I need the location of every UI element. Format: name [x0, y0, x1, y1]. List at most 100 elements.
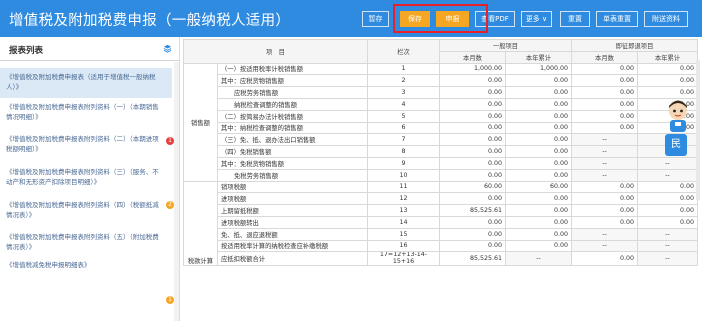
- more-button[interactable]: 更多 ∨: [521, 11, 552, 27]
- table-row: 免税劳务销售额 10 0.00 0.00 -- --: [184, 168, 698, 182]
- row-item-label: 销项税额: [217, 180, 368, 194]
- save-draft-button[interactable]: 暂存: [362, 11, 389, 27]
- refund-current-cell[interactable]: 0.00: [571, 86, 638, 99]
- general-current-cell[interactable]: 0.00: [439, 133, 506, 147]
- table-row: 税款计算 销项税额 11 60.00 60.00 0.00 0.00: [183, 180, 698, 267]
- col-header-cumulative: 本年累计: [505, 50, 572, 64]
- general-current-cell[interactable]: 0.00: [439, 74, 506, 88]
- refund-cumulative-cell: --: [637, 251, 698, 267]
- assistant-tab[interactable]: 民: [665, 134, 687, 156]
- refund-current-cell[interactable]: 0.00: [571, 121, 638, 135]
- refund-cumulative-cell[interactable]: 0.00: [637, 180, 698, 194]
- refund-current-cell: --: [571, 168, 638, 182]
- general-cumulative-cell[interactable]: 0.00: [505, 86, 572, 99]
- sidebar-item-main-return[interactable]: 《增值税及附加税费申报表（适用于增值税一般纳税人）》: [0, 68, 172, 98]
- general-current-cell[interactable]: 0.00: [439, 109, 506, 123]
- row-line-number: 8: [367, 145, 440, 158]
- general-cumulative-cell[interactable]: 1,000.00: [505, 62, 572, 76]
- general-cumulative-cell[interactable]: 0.00: [505, 74, 572, 88]
- row-line-number: 14: [367, 215, 440, 229]
- general-current-cell[interactable]: 85,525.61: [439, 204, 506, 217]
- general-current-cell[interactable]: 1,000.00: [439, 62, 506, 76]
- single-table-reset-button[interactable]: 单表重置: [596, 11, 638, 27]
- row-line-number: 15: [367, 227, 440, 241]
- report-list-sidebar: 报表列表 《增值税及附加税费申报表（适用于增值税一般纳税人）》 《增值税及附加税…: [0, 37, 180, 321]
- top-bar: 增值税及附加税费申报（一般纳税人适用） 暂存 保存 申报 查看PDF 更多 ∨ …: [0, 0, 702, 37]
- refund-cumulative-cell[interactable]: 0.00: [637, 192, 698, 206]
- refund-current-cell[interactable]: 0.00: [571, 251, 638, 267]
- general-cumulative-cell[interactable]: 0.00: [505, 97, 572, 111]
- row-line-number: 7: [367, 133, 440, 147]
- general-current-cell[interactable]: 0.00: [439, 192, 506, 206]
- general-cumulative-cell[interactable]: 0.00: [505, 145, 572, 158]
- sidebar-item-label: 《增值税及附加税费申报表（适用于增值税一般纳税人）》: [6, 73, 156, 91]
- row-item-label: 其中：应税货物销售额: [217, 74, 368, 88]
- sidebar-item-schedule-3[interactable]: 《增值税及附加税费申报表附列资料（三）（服务、不动产和无形资产扣除项目明细）》: [0, 167, 172, 191]
- general-current-cell[interactable]: 0.00: [439, 145, 506, 158]
- row-line-number: 3: [367, 86, 440, 99]
- assistant-robot-icon[interactable]: [664, 100, 692, 134]
- category-sales: 销售额: [183, 62, 218, 182]
- general-cumulative-cell[interactable]: 0.00: [505, 133, 572, 147]
- row-item-label: 免税劳务销售额: [217, 168, 368, 182]
- refund-current-cell[interactable]: 0.00: [571, 74, 638, 88]
- declaration-table: 项 目 栏次 一般项目 即征即退项目 本月数 本年累计 本月数 本年累计 销售额…: [183, 39, 698, 267]
- refund-cumulative-cell[interactable]: 0.00: [637, 204, 698, 217]
- table-row: 进项税额 12 0.00 0.00 0.00 0.00: [184, 192, 698, 206]
- table-row: 应税劳务销售额 3 0.00 0.00 0.00 0.00: [184, 86, 698, 99]
- sidebar-scrollbar[interactable]: [174, 62, 179, 321]
- sidebar-item-exemption-detail[interactable]: 《增值税减免税申报明细表》: [0, 260, 172, 274]
- sidebar-item-label: 《增值税及附加税费申报表附列资料（三）（服务、不动产和无形资产扣除项目明细）》: [6, 168, 159, 186]
- general-current-cell[interactable]: 0.00: [439, 156, 506, 170]
- general-cumulative-cell[interactable]: 0.00: [505, 121, 572, 135]
- general-current-cell[interactable]: 0.00: [439, 121, 506, 135]
- row-item-label: 上期留抵税额: [217, 204, 368, 217]
- refund-cumulative-cell[interactable]: 0.00: [637, 86, 698, 99]
- row-item-label: 按适用税率计算的纳税检查应补缴税额: [217, 239, 368, 253]
- refund-cumulative-cell[interactable]: 0.00: [637, 215, 698, 229]
- highlight-box: [393, 4, 488, 33]
- refund-current-cell[interactable]: 0.00: [571, 97, 638, 111]
- sidebar-item-schedule-5[interactable]: 《增值税及附加税费申报表附列资料（五）（附加税费情况表）》: [0, 232, 172, 256]
- general-cumulative-cell[interactable]: 0.00: [505, 109, 572, 123]
- general-current-cell[interactable]: 0.00: [439, 97, 506, 111]
- refund-current-cell[interactable]: 0.00: [571, 204, 638, 217]
- sidebar-item-label: 《增值税及附加税费申报表附列资料（四）（税额抵减情况表）》: [6, 201, 159, 219]
- general-cumulative-cell[interactable]: 0.00: [505, 156, 572, 170]
- general-current-cell[interactable]: 0.00: [439, 239, 506, 253]
- table-row: 销售额 （一）按适用税率计税销售额 1 1,000.00 1,000.00 0.00 0.0…: [183, 62, 698, 182]
- refund-cumulative-cell[interactable]: 0.00: [637, 74, 698, 88]
- row-line-number: 4: [367, 97, 440, 111]
- reset-button[interactable]: 重置: [560, 11, 590, 27]
- refund-current-cell[interactable]: 0.00: [571, 180, 638, 194]
- general-cumulative-cell[interactable]: 0.00: [505, 192, 572, 206]
- general-current-cell[interactable]: 60.00: [439, 180, 506, 194]
- general-current-cell[interactable]: 0.00: [439, 215, 506, 229]
- row-line-number: 6: [367, 121, 440, 135]
- attachments-button[interactable]: 附送资料: [644, 11, 688, 27]
- general-cumulative-cell[interactable]: 0.00: [505, 204, 572, 217]
- refund-cumulative-cell: --: [637, 156, 698, 170]
- refund-current-cell: --: [571, 133, 638, 147]
- general-cumulative-cell[interactable]: 60.00: [505, 180, 572, 194]
- sidebar-item-schedule-4[interactable]: 《增值税及附加税费申报表附列资料（四）（税额抵减情况表）》: [0, 200, 172, 224]
- table-row: 其中：纳税检查调整的销售额 6 0.00 0.00 0.00 0.00: [184, 121, 698, 135]
- table-scrollbar[interactable]: [696, 60, 700, 200]
- general-current-cell[interactable]: 85,525.61: [439, 251, 506, 267]
- general-cumulative-cell[interactable]: 0.00: [505, 227, 572, 241]
- refund-current-cell[interactable]: 0.00: [571, 62, 638, 76]
- refund-current-cell: --: [571, 227, 638, 241]
- general-current-cell[interactable]: 0.00: [439, 168, 506, 182]
- refund-current-cell[interactable]: 0.00: [571, 109, 638, 123]
- refund-current-cell[interactable]: 0.00: [571, 215, 638, 229]
- layers-icon[interactable]: [163, 44, 172, 53]
- general-cumulative-cell[interactable]: 0.00: [505, 239, 572, 253]
- refund-current-cell[interactable]: 0.00: [571, 192, 638, 206]
- general-cumulative-cell[interactable]: 0.00: [505, 168, 572, 182]
- general-current-cell[interactable]: 0.00: [439, 86, 506, 99]
- sidebar-item-schedule-1[interactable]: 《增值税及附加税费申报表附列资料（一）（本期销售情况明细）》: [0, 102, 172, 126]
- refund-cumulative-cell[interactable]: 0.00: [637, 62, 698, 76]
- sidebar-item-schedule-2[interactable]: 《增值税及附加税费申报表附列资料（二）（本期进项税额明细）》: [0, 134, 172, 158]
- general-cumulative-cell[interactable]: 0.00: [505, 215, 572, 229]
- general-current-cell[interactable]: 0.00: [439, 227, 506, 241]
